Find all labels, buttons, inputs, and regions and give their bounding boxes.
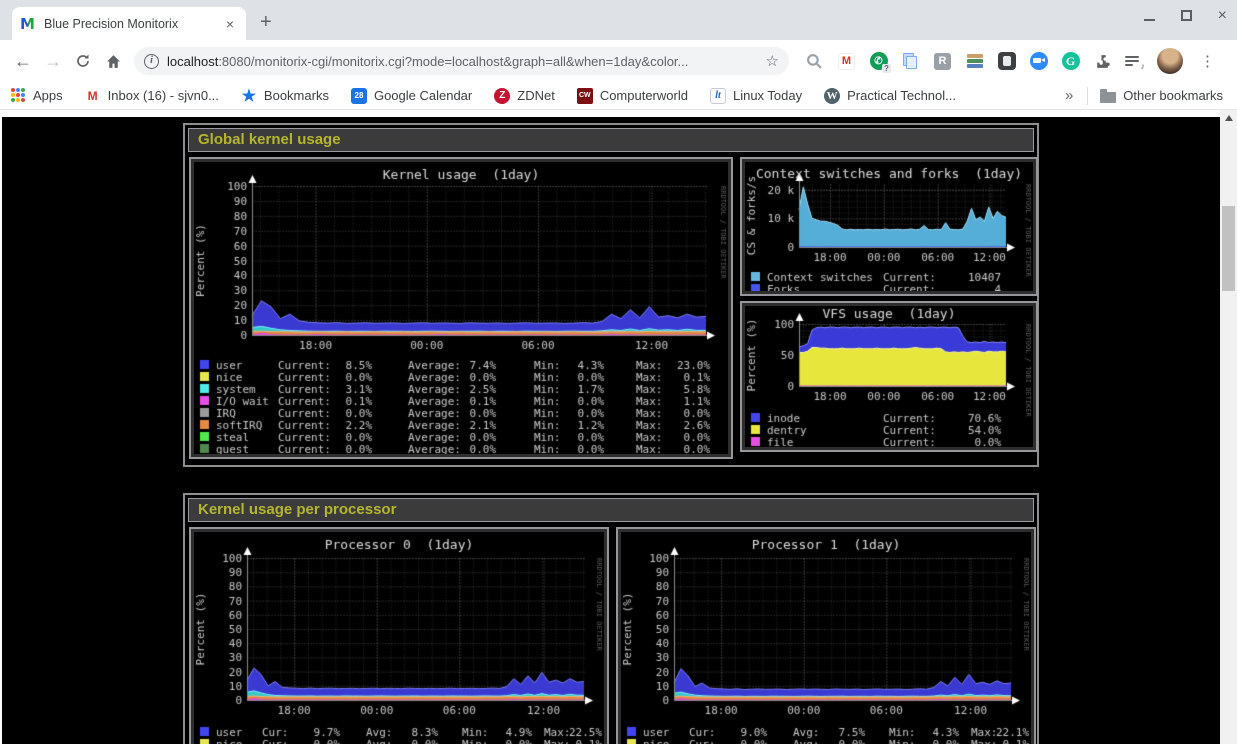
bookmark-item-wp[interactable]: W Practical Technol... xyxy=(824,88,956,104)
search-extension-icon[interactable] xyxy=(805,52,824,71)
monitorix-favicon-icon: M xyxy=(20,16,36,32)
kernel-usage-graph[interactable] xyxy=(194,162,728,454)
cal-icon: 28 xyxy=(351,88,367,104)
kernel-usage-graph-panel xyxy=(189,157,733,459)
processor0-graph-panel xyxy=(189,527,609,751)
zoom-extension-icon[interactable] xyxy=(1029,52,1048,71)
browser-tab[interactable]: M Blue Precision Monitorix × xyxy=(12,7,246,40)
cw-icon: CW xyxy=(577,88,593,104)
browser-menu-icon[interactable]: ⋮ xyxy=(1200,52,1215,70)
bookmark-item-cw[interactable]: CW Computerworld xyxy=(577,88,688,104)
library-extension-icon[interactable] xyxy=(965,52,984,71)
bookmark-item-zdnet[interactable]: Z ZDNet xyxy=(494,88,555,104)
bookmarks-divider xyxy=(1087,87,1088,105)
bookmark-label: Apps xyxy=(33,88,63,103)
bookmarks-bar: Apps M Inbox (16) - sjvn0... ★ Bookmarks 28 Go… xyxy=(0,82,1237,110)
grammarly-extension-icon[interactable]: G xyxy=(1061,52,1080,71)
extensions-area: M ✆? R G ♪ ⋮ xyxy=(805,48,1215,74)
back-button[interactable]: ← xyxy=(8,46,38,76)
lt-icon: lt xyxy=(710,88,726,104)
tab-close-icon[interactable]: × xyxy=(222,16,238,32)
bookmark-label: Inbox (16) - sjvn0... xyxy=(108,88,219,103)
url-path: :8080/monitorix-cgi/monitorix.cgi?mode=l… xyxy=(218,54,688,69)
bookmark-label: Google Calendar xyxy=(374,88,472,103)
window-bottom-edge xyxy=(0,744,1237,751)
notes-extension-icon[interactable] xyxy=(997,52,1016,71)
zdnet-icon: Z xyxy=(494,88,510,104)
copy-pages-extension-icon[interactable] xyxy=(901,52,920,71)
context-switches-graph[interactable] xyxy=(745,162,1033,291)
home-button[interactable] xyxy=(98,46,128,76)
section-title: Kernel usage per processor xyxy=(188,498,1034,522)
bookmark-star-icon[interactable]: ☆ xyxy=(766,52,779,70)
scrollbar-thumb[interactable] xyxy=(1222,206,1235,291)
tab-strip: M Blue Precision Monitorix × + × xyxy=(0,0,1237,40)
gmail-icon: M xyxy=(85,88,101,104)
playlist-extension-icon[interactable]: ♪ xyxy=(1125,52,1144,71)
scrollbar-up-icon[interactable] xyxy=(1225,115,1233,121)
folder-icon xyxy=(1100,92,1116,103)
kernel-per-processor-section: Kernel usage per processor xyxy=(183,493,1039,751)
window-controls: × xyxy=(1144,10,1227,21)
context-switches-graph-panel xyxy=(740,157,1038,296)
window-close-button[interactable]: × xyxy=(1218,10,1227,21)
monitorix-page: Global kernel usage xyxy=(2,117,1220,751)
bookmark-item-star[interactable]: ★ Bookmarks xyxy=(241,88,329,104)
browser-window: M Blue Precision Monitorix × + × ← → i l… xyxy=(0,0,1237,751)
browser-toolbar: ← → i localhost:8080/monitorix-cgi/monit… xyxy=(0,40,1237,82)
reload-icon xyxy=(75,53,91,69)
vfs-usage-graph[interactable] xyxy=(745,306,1033,447)
url-text[interactable]: localhost:8080/monitorix-cgi/monitorix.c… xyxy=(167,54,758,69)
gmail-extension-icon[interactable]: M xyxy=(837,52,856,71)
bookmark-label: Practical Technol... xyxy=(847,88,956,103)
bookmark-item-apps[interactable]: Apps xyxy=(10,88,63,104)
google-voice-extension-icon[interactable]: ✆? xyxy=(869,52,888,71)
star-icon: ★ xyxy=(241,88,257,104)
bookmarks-overflow-icon[interactable]: » xyxy=(1065,87,1073,104)
maximize-button[interactable] xyxy=(1181,10,1192,21)
bookmark-items: Apps M Inbox (16) - sjvn0... ★ Bookmarks 28 Go… xyxy=(10,88,978,104)
processor0-graph[interactable] xyxy=(194,532,604,751)
wp-icon: W xyxy=(824,88,840,104)
extensions-puzzle-icon[interactable] xyxy=(1093,52,1112,71)
minimize-button[interactable] xyxy=(1144,19,1155,21)
bookmark-label: Computerworld xyxy=(600,88,688,103)
section-title: Global kernel usage xyxy=(188,128,1034,152)
site-info-icon[interactable]: i xyxy=(144,54,159,69)
processor1-graph-panel xyxy=(616,527,1036,751)
bookmark-label: Bookmarks xyxy=(264,88,329,103)
tab-title: Blue Precision Monitorix xyxy=(44,17,222,31)
global-kernel-usage-section: Global kernel usage xyxy=(183,123,1039,467)
home-icon xyxy=(105,53,122,70)
bookmark-item-lt[interactable]: lt Linux Today xyxy=(710,88,802,104)
page-viewport: Global kernel usage xyxy=(0,110,1237,751)
forward-button[interactable]: → xyxy=(38,46,68,76)
bookmark-label: Linux Today xyxy=(733,88,802,103)
apps-icon xyxy=(10,88,26,104)
bookmark-item-gmail[interactable]: M Inbox (16) - sjvn0... xyxy=(85,88,219,104)
other-bookmarks-label: Other bookmarks xyxy=(1123,88,1223,103)
reading-extension-icon[interactable]: R xyxy=(933,52,952,71)
bookmark-label: ZDNet xyxy=(517,88,555,103)
page-scrollbar[interactable] xyxy=(1220,110,1237,744)
processor1-graph[interactable] xyxy=(621,532,1031,751)
url-host: localhost xyxy=(167,54,218,69)
reload-button[interactable] xyxy=(68,46,98,76)
other-bookmarks-button[interactable]: Other bookmarks xyxy=(1100,88,1223,103)
address-bar[interactable]: i localhost:8080/monitorix-cgi/monitorix… xyxy=(134,47,789,75)
vfs-usage-graph-panel xyxy=(740,301,1038,452)
profile-avatar[interactable] xyxy=(1157,48,1183,74)
bookmark-item-cal[interactable]: 28 Google Calendar xyxy=(351,88,472,104)
new-tab-button[interactable]: + xyxy=(260,11,272,34)
